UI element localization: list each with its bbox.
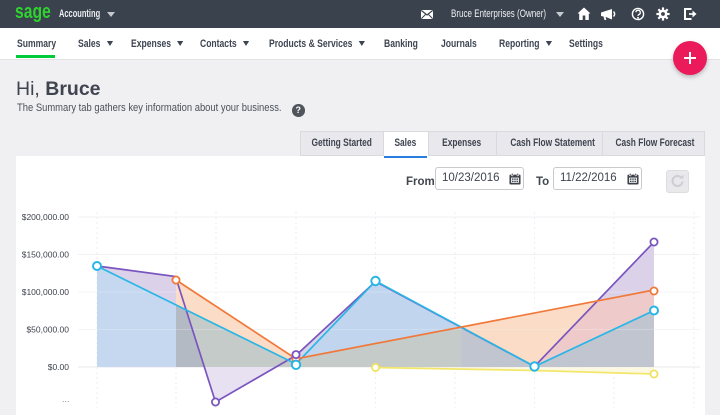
- svg-text:...: ...: [62, 394, 70, 404]
- svg-text:$100,000.00: $100,000.00: [22, 287, 70, 297]
- svg-text:$50,000.00: $50,000.00: [26, 325, 69, 335]
- svg-text:$150,000.00: $150,000.00: [22, 250, 70, 260]
- svg-text:$200,000.00: $200,000.00: [22, 212, 70, 222]
- svg-text:$0.00: $0.00: [48, 362, 70, 372]
